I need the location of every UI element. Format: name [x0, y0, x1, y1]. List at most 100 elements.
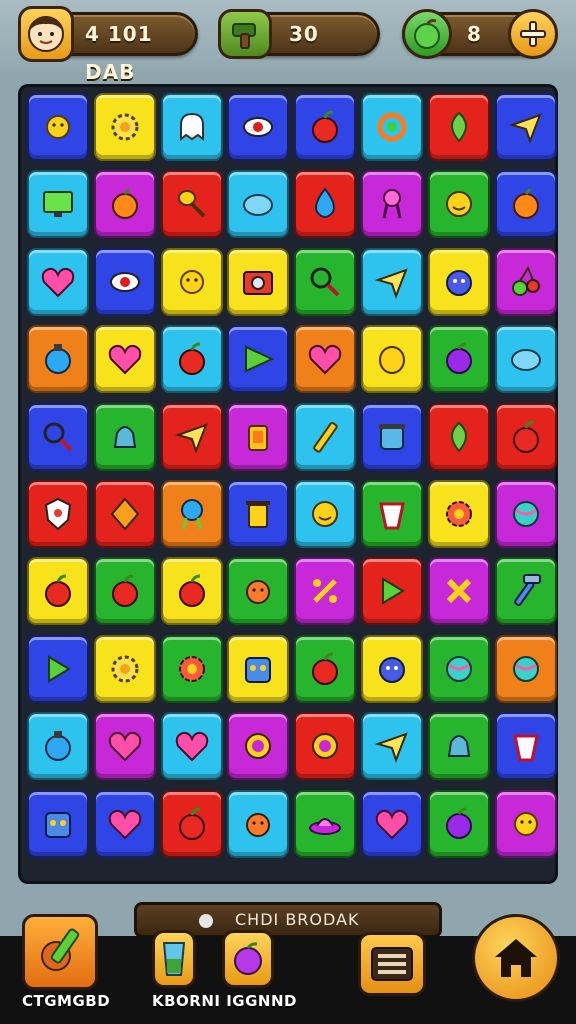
board-tile[interactable]: [494, 325, 557, 394]
pencil-tool-button[interactable]: [22, 914, 98, 990]
board-tile[interactable]: [294, 789, 357, 858]
grape-fruit-icon: [234, 942, 262, 975]
board-tile[interactable]: [361, 789, 423, 858]
board-tile[interactable]: [93, 712, 156, 781]
board-tile[interactable]: [494, 402, 557, 471]
board-tile[interactable]: [227, 93, 290, 161]
board-tile[interactable]: [361, 480, 423, 548]
board-tile[interactable]: [494, 557, 557, 626]
board-tile[interactable]: [427, 93, 490, 161]
board-tile[interactable]: [294, 402, 357, 471]
board-tile[interactable]: [93, 170, 156, 239]
board-tile[interactable]: [227, 789, 290, 858]
grape-item-button[interactable]: [222, 930, 274, 988]
board-tile[interactable]: [160, 557, 223, 626]
plum-icon: [445, 342, 472, 375]
board-tile[interactable]: [227, 325, 290, 394]
board-tile[interactable]: [227, 402, 290, 471]
board-tile[interactable]: [93, 402, 156, 471]
board-tile[interactable]: [227, 712, 290, 781]
heart-icon: [375, 809, 409, 840]
board-tile[interactable]: [160, 634, 223, 703]
board-tile[interactable]: [160, 93, 223, 161]
board-tile[interactable]: [494, 789, 557, 858]
board-tile[interactable]: [160, 247, 223, 316]
board-tile[interactable]: [294, 170, 357, 239]
board-tile[interactable]: [494, 634, 557, 703]
board-tile[interactable]: [227, 480, 290, 548]
board-tile[interactable]: [227, 557, 290, 626]
board-tile[interactable]: [361, 557, 423, 626]
board-tile[interactable]: [361, 402, 423, 471]
board-tile[interactable]: [427, 325, 490, 394]
board-tile[interactable]: [27, 557, 89, 626]
board-tile[interactable]: [361, 325, 423, 394]
board-tile[interactable]: [361, 170, 423, 239]
board-tile[interactable]: [160, 170, 223, 239]
gear-icon: [111, 655, 139, 683]
board-tile[interactable]: [27, 247, 89, 316]
board-tile[interactable]: [93, 789, 156, 858]
board-tile[interactable]: [227, 634, 290, 703]
board-tile[interactable]: [361, 93, 423, 161]
leaf-icon: [450, 111, 467, 143]
board-tile[interactable]: [427, 712, 490, 781]
board-tile[interactable]: [93, 325, 156, 394]
board-tile[interactable]: [294, 712, 357, 781]
ball-icon: [512, 501, 539, 527]
board-tile[interactable]: [27, 170, 89, 239]
board-tile[interactable]: [160, 402, 223, 471]
board-tile[interactable]: [361, 247, 423, 316]
menu-button[interactable]: [358, 932, 426, 996]
board-tile[interactable]: [93, 247, 156, 316]
board-tile[interactable]: [93, 480, 156, 548]
board-tile[interactable]: [294, 93, 357, 161]
board-tile[interactable]: [427, 634, 490, 703]
add-lives-button[interactable]: [508, 9, 558, 59]
board-tile[interactable]: [494, 170, 557, 239]
board-tile[interactable]: [27, 634, 89, 703]
board-tile[interactable]: [427, 402, 490, 471]
board-tile[interactable]: [294, 325, 357, 394]
potion-item-button[interactable]: [152, 930, 196, 988]
home-button[interactable]: [472, 914, 560, 1002]
board-tile[interactable]: [427, 170, 490, 239]
ball-icon: [512, 655, 539, 682]
board-tile[interactable]: [227, 170, 290, 239]
fruit-icon: [512, 188, 539, 220]
board-tile[interactable]: [427, 789, 490, 858]
board-tile[interactable]: [160, 789, 223, 858]
board-tile[interactable]: [494, 247, 557, 316]
board-tile[interactable]: [427, 557, 490, 626]
board-tile[interactable]: [27, 402, 89, 471]
hammer-icon: [513, 574, 541, 607]
board-tile[interactable]: [294, 634, 357, 703]
board-tile[interactable]: [361, 634, 423, 703]
board-tile[interactable]: [494, 93, 557, 161]
potion-icon: [45, 731, 71, 762]
board-tile[interactable]: [27, 712, 89, 781]
board-tile[interactable]: [93, 634, 156, 703]
board-tile[interactable]: [494, 480, 557, 548]
board-tile[interactable]: [294, 480, 357, 548]
board-tile[interactable]: [27, 789, 89, 858]
board-tile[interactable]: [294, 247, 357, 316]
board-tile[interactable]: [427, 480, 490, 548]
board-tile[interactable]: [427, 247, 490, 316]
board-tile[interactable]: [361, 712, 423, 781]
board-tile[interactable]: [227, 247, 290, 316]
board-tile[interactable]: [27, 480, 89, 548]
board-tile[interactable]: [27, 325, 89, 394]
lantern-icon: [248, 424, 269, 451]
board-tile[interactable]: [160, 712, 223, 781]
board-tile[interactable]: [160, 325, 223, 394]
board-tile[interactable]: [27, 93, 89, 161]
board-tile[interactable]: [93, 557, 156, 626]
board-tile[interactable]: [93, 93, 156, 161]
board-tile[interactable]: [494, 712, 557, 781]
monster-icon: [445, 269, 472, 296]
avatar[interactable]: [18, 6, 74, 62]
board-tile[interactable]: [160, 480, 223, 548]
blob-icon: [510, 349, 541, 372]
board-tile[interactable]: [294, 557, 357, 626]
